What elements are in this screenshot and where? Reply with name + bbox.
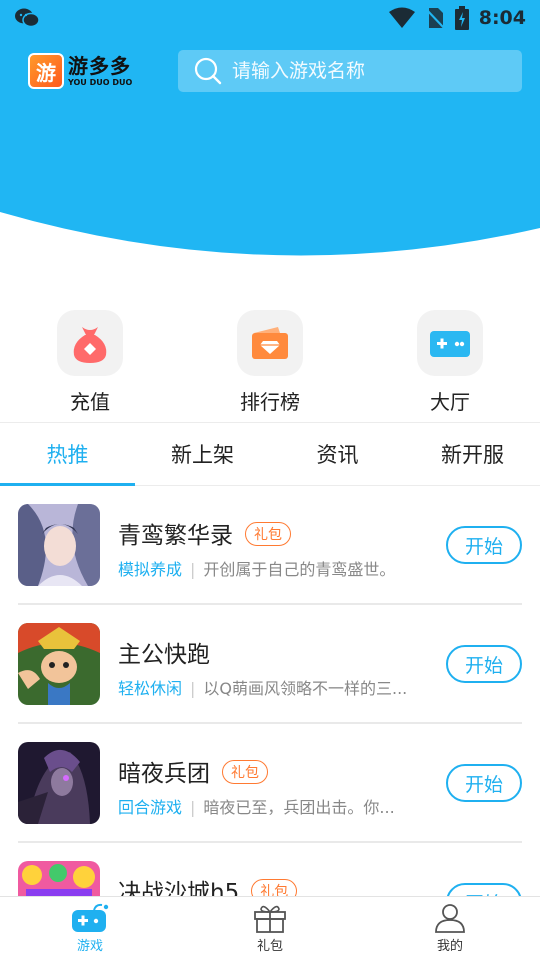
quick-action-label: 大厅	[430, 390, 470, 414]
start-button[interactable]: 开始	[446, 764, 522, 802]
game-name: 青鸾繁华录	[118, 523, 233, 549]
list-item[interactable]: 暗夜兵团 礼包 回合游戏 | 暗夜已至，兵团出击。你... 开始	[18, 724, 522, 843]
user-icon	[435, 904, 465, 933]
nav-label: 游戏	[76, 939, 103, 954]
logo-name-cn: 游多多	[68, 53, 131, 78]
gift-badge: 礼包	[222, 760, 268, 784]
start-button[interactable]: 开始	[446, 645, 522, 683]
logo-badge: 游	[28, 53, 64, 89]
quick-action-label: 充值	[70, 390, 110, 414]
game-thumbnail	[18, 861, 100, 896]
category-tabs: 热推 新上架 资讯 新开服	[0, 422, 540, 486]
header-background	[0, 0, 540, 256]
status-time: 8:04	[478, 7, 526, 29]
nav-label: 礼包	[256, 939, 283, 954]
start-button[interactable]: 开始	[446, 883, 522, 896]
game-description: 以Q萌画风领略不一样的三...	[203, 679, 408, 698]
wechat-icon	[15, 8, 40, 28]
game-category: 模拟养成	[118, 560, 183, 579]
gift-badge: 礼包	[245, 522, 291, 546]
game-thumbnail	[18, 504, 100, 586]
tab-hot[interactable]: 热推	[0, 423, 135, 486]
quick-action-label: 排行榜	[240, 390, 300, 414]
search-bar[interactable]	[178, 50, 522, 92]
tab-new-releases[interactable]: 新上架	[135, 423, 270, 485]
game-name: 决战沙城h5	[118, 880, 240, 896]
gamepad-icon	[417, 310, 483, 376]
quick-action-recharge[interactable]: 充值	[30, 310, 150, 415]
game-category: 轻松休闲	[118, 679, 183, 698]
search-input[interactable]	[232, 60, 502, 82]
nav-label: 我的	[436, 939, 463, 954]
list-item[interactable]: 青鸾繁华录 礼包 模拟养成 | 开创属于自己的青鸾盛世。 开始	[18, 486, 522, 605]
no-sim-icon	[425, 8, 445, 29]
quick-actions: 充值 排行榜 大厅	[0, 310, 540, 420]
game-description: 暗夜已至，兵团出击。你...	[203, 798, 395, 817]
divider: |	[190, 560, 196, 579]
game-description: 开创属于自己的青鸾盛世。	[203, 560, 396, 579]
logo-name-en: YOU DUO DUO	[68, 77, 133, 87]
quick-action-lobby[interactable]: 大厅	[390, 310, 510, 415]
start-button[interactable]: 开始	[446, 526, 522, 564]
app-logo[interactable]: 游 游多多 YOU DUO DUO	[28, 50, 138, 92]
gift-badge: 礼包	[251, 879, 298, 896]
bottom-navigation: 游戏 礼包 我的	[0, 896, 540, 960]
game-name: 主公快跑	[118, 642, 210, 668]
gift-box-icon	[254, 905, 286, 933]
nav-games[interactable]: 游戏	[0, 897, 180, 960]
divider: |	[190, 679, 196, 698]
list-item[interactable]: 主公快跑 轻松休闲 | 以Q萌画风领略不一样的三... 开始	[18, 605, 522, 724]
wifi-icon	[388, 7, 415, 28]
game-list: 青鸾繁华录 礼包 模拟养成 | 开创属于自己的青鸾盛世。 开始 主公快跑 轻松休闲 | 以…	[0, 486, 540, 896]
status-bar: 8:04	[0, 0, 540, 36]
divider: |	[190, 798, 196, 817]
game-category: 回合游戏	[118, 798, 183, 817]
tab-news[interactable]: 资讯	[270, 423, 405, 485]
game-thumbnail	[18, 623, 100, 705]
search-icon	[194, 57, 222, 85]
tab-new-servers[interactable]: 新开服	[405, 423, 540, 485]
game-thumbnail	[18, 742, 100, 824]
header-banner	[0, 0, 540, 270]
quick-action-ranking[interactable]: 排行榜	[210, 310, 330, 415]
battery-icon	[454, 6, 469, 30]
gamepad-icon	[72, 903, 109, 932]
nav-gifts[interactable]: 礼包	[180, 897, 360, 960]
diamond-card-icon	[237, 310, 303, 376]
game-name: 暗夜兵团	[118, 761, 210, 787]
money-bag-icon	[57, 310, 123, 376]
list-item[interactable]: 决战沙城h5 礼包 开始	[18, 843, 522, 896]
nav-profile[interactable]: 我的	[360, 897, 540, 960]
